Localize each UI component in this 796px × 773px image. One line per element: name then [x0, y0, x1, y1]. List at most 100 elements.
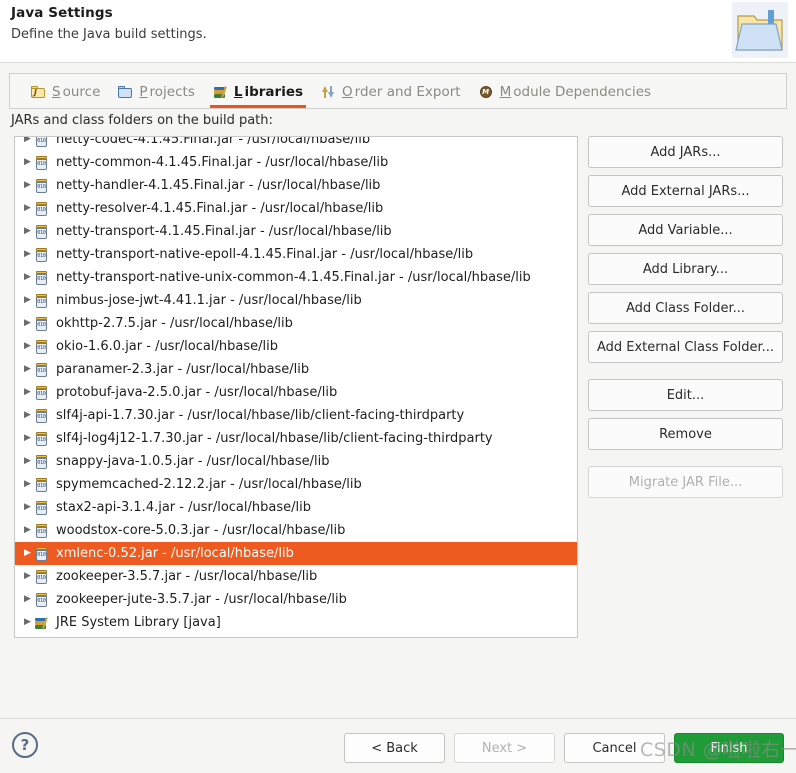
module-circle-icon: [479, 84, 495, 100]
jar-icon: 010: [34, 316, 50, 332]
jar-icon: 010: [34, 546, 50, 562]
table-row[interactable]: ▶ 010 zookeeper-jute-3.5.7.jar - /usr/loca…: [15, 588, 577, 611]
chevron-right-icon[interactable]: ▶: [21, 595, 34, 604]
list-item-label: xmlenc-0.52.jar - /usr/local/hbase/lib: [56, 546, 294, 561]
table-row[interactable]: ▶ 010 xmlenc-0.52.jar - /usr/local/hbase/l…: [15, 542, 577, 565]
tab-projects[interactable]: Projects: [109, 75, 203, 109]
table-row[interactable]: ▶ 010 paranamer-2.3.jar - /usr/local/hbase…: [15, 358, 577, 381]
table-row[interactable]: ▶ 010 netty-resolver-4.1.45.Final.jar - /u…: [15, 197, 577, 220]
tab-projects-label: rojects: [149, 84, 195, 100]
chevron-right-icon[interactable]: ▶: [21, 137, 34, 144]
chevron-right-icon[interactable]: ▶: [21, 204, 34, 213]
list-item-label: nimbus-jose-jwt-4.41.1.jar - /usr/local/…: [56, 293, 362, 308]
table-row[interactable]: ▶ 010 slf4j-log4j12-1.7.30.jar - /usr/loca…: [15, 427, 577, 450]
jar-icon: 010: [34, 569, 50, 585]
tab-order-mnemonic: O: [342, 84, 353, 100]
jar-icon: 010: [34, 270, 50, 286]
help-icon[interactable]: ?: [12, 732, 38, 758]
chevron-right-icon[interactable]: ▶: [21, 296, 34, 305]
table-row[interactable]: ▶ 010 netty-handler-4.1.45.Final.jar - /us…: [15, 174, 577, 197]
chevron-right-icon[interactable]: ▶: [21, 273, 34, 282]
add-external-jars-button[interactable]: Add External JARs...: [588, 175, 783, 207]
tab-order-label: rder and Export: [354, 84, 461, 100]
add-library-button[interactable]: Add Library...: [588, 253, 783, 285]
add-class-folder-button[interactable]: Add Class Folder...: [588, 292, 783, 324]
list-item-label: okio-1.6.0.jar - /usr/local/hbase/lib: [56, 339, 278, 354]
next-button: Next >: [454, 733, 555, 763]
tab-order-and-export[interactable]: Order and Export: [312, 75, 470, 109]
table-row[interactable]: ▶ 010 woodstox-core-5.0.3.jar - /usr/local…: [15, 519, 577, 542]
finish-button[interactable]: Finish: [674, 733, 784, 763]
chevron-right-icon[interactable]: ▶: [21, 434, 34, 443]
list-item-label: netty-transport-4.1.45.Final.jar - /usr/…: [56, 224, 392, 239]
table-row[interactable]: ▶ 010 slf4j-api-1.7.30.jar - /usr/local/hb…: [15, 404, 577, 427]
chevron-right-icon[interactable]: ▶: [21, 181, 34, 190]
back-button[interactable]: < Back: [344, 733, 445, 763]
list-item-label: netty-handler-4.1.45.Final.jar - /usr/lo…: [56, 178, 381, 193]
dialog-footer: ? < Back Next > Cancel Finish: [0, 719, 796, 773]
add-external-class-folder-button[interactable]: Add External Class Folder...: [588, 331, 783, 363]
java-project-folder-icon: [732, 2, 788, 58]
tab-source[interactable]: J Source: [22, 75, 109, 109]
jar-icon: 010: [34, 293, 50, 309]
chevron-right-icon[interactable]: ▶: [21, 227, 34, 236]
remove-button[interactable]: Remove: [588, 418, 783, 450]
table-row[interactable]: ▶ 010 stax2-api-3.1.4.jar - /usr/local/hba…: [15, 496, 577, 519]
build-path-actions: Add JARs... Add External JARs... Add Varia…: [588, 136, 783, 505]
table-row[interactable]: ▶ 010 netty-transport-4.1.45.Final.jar - /…: [15, 220, 577, 243]
tab-folder: J Source Projects Libraries Order and Ex…: [9, 73, 787, 109]
chevron-right-icon[interactable]: ▶: [21, 342, 34, 351]
tab-source-label: ource: [62, 84, 101, 100]
build-path-label: JARs and class folders on the build path…: [11, 113, 273, 128]
table-row[interactable]: ▶ 010 netty-transport-native-epoll-4.1.45.…: [15, 243, 577, 266]
chevron-right-icon[interactable]: ▶: [21, 411, 34, 420]
table-row[interactable]: ▶ 010 okio-1.6.0.jar - /usr/local/hbase/li…: [15, 335, 577, 358]
chevron-right-icon[interactable]: ▶: [21, 618, 34, 627]
chevron-right-icon[interactable]: ▶: [21, 365, 34, 374]
tab-module-dependencies[interactable]: Module Dependencies: [470, 75, 660, 109]
list-item-label: JRE System Library [java]: [56, 615, 221, 630]
table-row[interactable]: ▶ 010 zookeeper-3.5.7.jar - /usr/local/hba…: [15, 565, 577, 588]
list-item-label: woodstox-core-5.0.3.jar - /usr/local/hba…: [56, 523, 346, 538]
chevron-right-icon[interactable]: ▶: [21, 250, 34, 259]
table-row[interactable]: ▶ 010 netty-common-4.1.45.Final.jar - /usr…: [15, 151, 577, 174]
chevron-right-icon[interactable]: ▶: [21, 457, 34, 466]
source-folder-icon: J: [31, 84, 47, 100]
chevron-right-icon[interactable]: ▶: [21, 388, 34, 397]
edit-button[interactable]: Edit...: [588, 379, 783, 411]
table-row[interactable]: ▶ JRE System Library [java]: [15, 611, 577, 634]
build-path-tree[interactable]: ▶ 010 netty-codec-4.1.45.Final.jar - /usr/…: [14, 136, 578, 638]
chevron-right-icon[interactable]: ▶: [21, 319, 34, 328]
add-jars-button[interactable]: Add JARs...: [588, 136, 783, 168]
table-row[interactable]: ▶ 010 protobuf-java-2.5.0.jar - /usr/local…: [15, 381, 577, 404]
tab-libraries-mnemonic: L: [233, 84, 243, 100]
list-item-label: netty-common-4.1.45.Final.jar - /usr/loc…: [56, 155, 389, 170]
table-row[interactable]: ▶ 010 netty-transport-native-unix-common-4…: [15, 266, 577, 289]
table-row[interactable]: ▶ 010 spymemcached-2.12.2.jar - /usr/local…: [15, 473, 577, 496]
table-row[interactable]: ▶ 010 okhttp-2.7.5.jar - /usr/local/hbase/…: [15, 312, 577, 335]
tab-libraries-label: ibraries: [244, 84, 304, 100]
list-item-label: spymemcached-2.12.2.jar - /usr/local/hba…: [56, 477, 362, 492]
cancel-button[interactable]: Cancel: [564, 733, 665, 763]
chevron-right-icon[interactable]: ▶: [21, 526, 34, 535]
order-arrows-icon: [321, 84, 337, 100]
libraries-books-icon: [213, 84, 229, 100]
jar-icon: 010: [34, 431, 50, 447]
list-item-label: netty-transport-native-epoll-4.1.45.Fina…: [56, 247, 474, 262]
chevron-right-icon[interactable]: ▶: [21, 158, 34, 167]
list-item-label: netty-transport-native-unix-common-4.1.4…: [56, 270, 531, 285]
projects-folder-icon: [118, 84, 134, 100]
chevron-right-icon[interactable]: ▶: [21, 572, 34, 581]
table-row[interactable]: ▶ 010 nimbus-jose-jwt-4.41.1.jar - /usr/lo…: [15, 289, 577, 312]
page-title: Java Settings: [11, 5, 113, 21]
chevron-right-icon[interactable]: ▶: [21, 503, 34, 512]
tab-projects-mnemonic: P: [139, 84, 148, 100]
tab-libraries[interactable]: Libraries: [204, 75, 312, 109]
tab-list: J Source Projects Libraries Order and Ex…: [10, 74, 660, 110]
chevron-right-icon[interactable]: ▶: [21, 549, 34, 558]
table-row[interactable]: ▶ 010 netty-codec-4.1.45.Final.jar - /usr/…: [15, 137, 577, 151]
jar-icon: 010: [34, 408, 50, 424]
chevron-right-icon[interactable]: ▶: [21, 480, 34, 489]
add-variable-button[interactable]: Add Variable...: [588, 214, 783, 246]
table-row[interactable]: ▶ 010 snappy-java-1.0.5.jar - /usr/local/h…: [15, 450, 577, 473]
